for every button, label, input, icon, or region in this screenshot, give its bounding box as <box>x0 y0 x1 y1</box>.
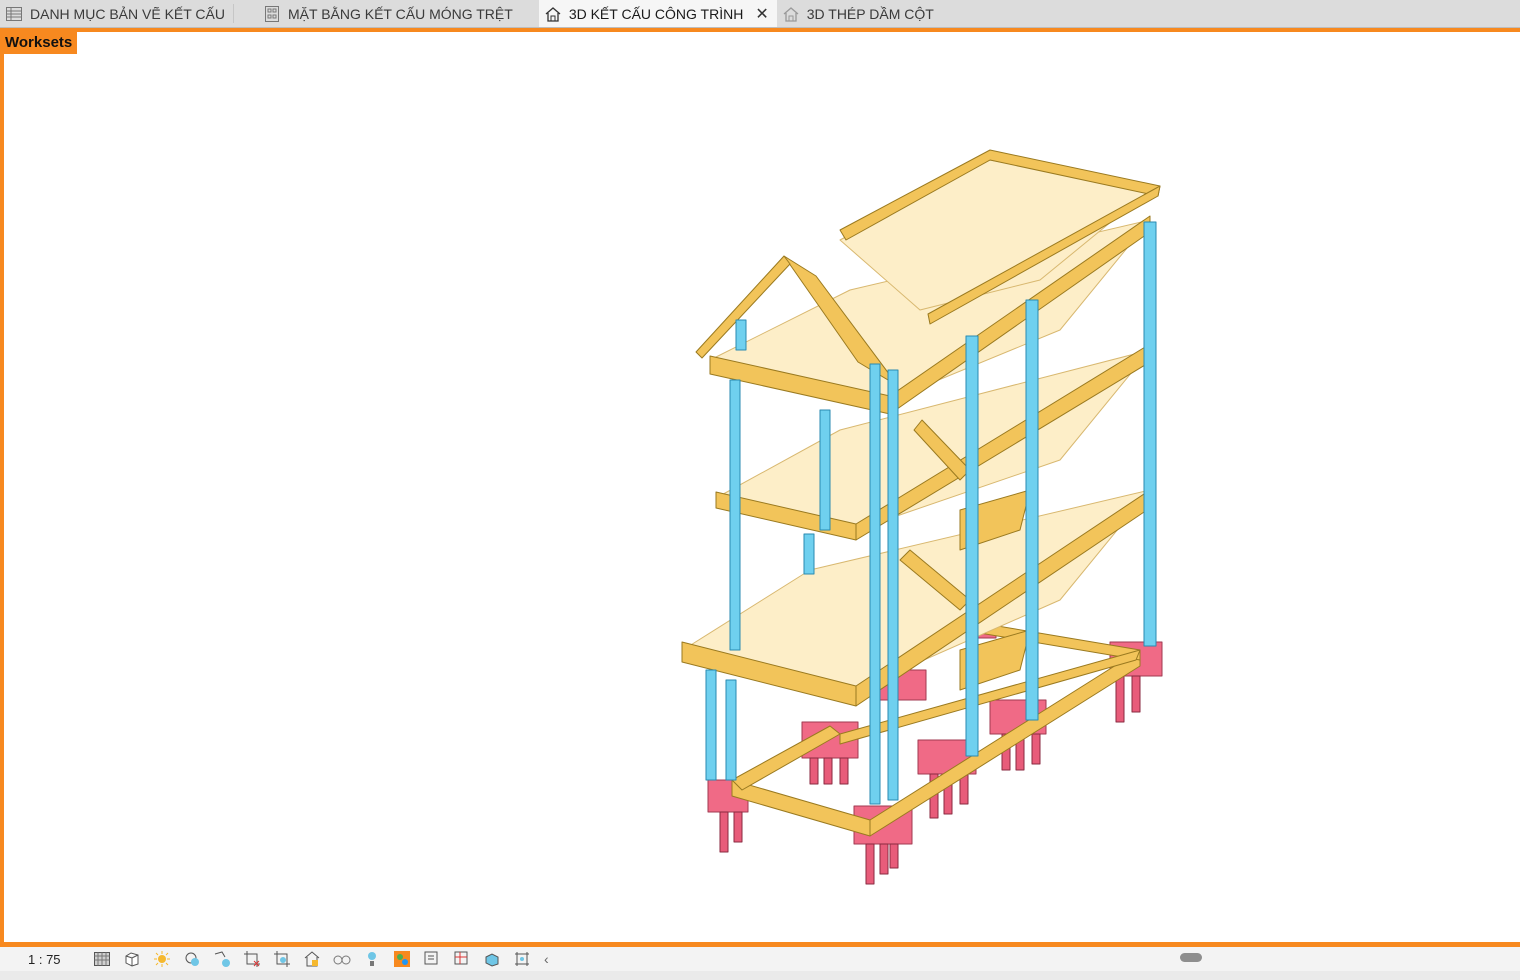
highlight-displacement-icon[interactable] <box>482 949 502 969</box>
tab-mat-bang-mong[interactable]: MẶT BẰNG KẾT CẤU MÓNG TRỆT <box>234 0 521 27</box>
floor-plan-icon <box>262 5 282 23</box>
show-crop-icon[interactable] <box>272 949 292 969</box>
view-controls: ‹ <box>92 949 549 969</box>
reveal-constraints-icon[interactable] <box>512 949 532 969</box>
sun-path-icon[interactable] <box>152 949 172 969</box>
visual-style-icon[interactable] <box>122 949 142 969</box>
view-tab-bar: DANH MỤC BẢN VẼ KẾT CẤU MẶT BẰNG KẾT CẤU… <box>0 0 1520 28</box>
tab-label: DANH MỤC BẢN VẼ KẾT CẤU <box>30 5 225 22</box>
render-icon[interactable] <box>212 949 232 969</box>
structural-3d-model[interactable] <box>660 130 1200 910</box>
temporary-view-properties-icon[interactable] <box>422 949 442 969</box>
3d-view-icon <box>543 5 563 23</box>
viewport-active-border <box>0 28 1520 32</box>
revit-window: DANH MỤC BẢN VẼ KẾT CẤU MẶT BẰNG KẾT CẤU… <box>0 0 1520 980</box>
tab-label: 3D KẾT CẤU CÔNG TRÌNH <box>568 5 744 22</box>
detail-level-icon[interactable] <box>92 949 112 969</box>
status-strip <box>0 971 1520 980</box>
schedule-icon <box>4 5 24 23</box>
view-scale[interactable]: 1 : 75 <box>0 952 90 967</box>
tab-label: 3D THÉP DẦM CỘT <box>806 5 934 22</box>
worksharing-display-icon[interactable] <box>392 949 412 969</box>
close-icon[interactable]: ✕ <box>755 4 768 24</box>
tab-label: MẶT BẰNG KẾT CẤU MÓNG TRỆT <box>288 5 513 22</box>
temporary-hide-icon[interactable] <box>332 949 352 969</box>
chevron-left-icon[interactable]: ‹ <box>544 951 549 967</box>
reveal-hidden-icon[interactable] <box>362 949 382 969</box>
unlock-3d-view-icon[interactable] <box>302 949 322 969</box>
shadows-icon[interactable] <box>182 949 202 969</box>
tab-3d-ket-cau[interactable]: 3D KẾT CẤU CÔNG TRÌNH ✕ <box>538 0 777 27</box>
piles <box>719 675 1141 885</box>
tab-danh-muc-ban-ve[interactable]: DANH MỤC BẢN VẼ KẾT CẤU <box>0 0 233 27</box>
analytical-model-icon[interactable] <box>452 949 472 969</box>
3d-view-icon <box>781 5 801 23</box>
crop-view-icon[interactable] <box>242 949 262 969</box>
tab-3d-thep-dam-cot[interactable]: 3D THÉP DẦM CỘT <box>777 0 942 27</box>
worksets-badge: Worksets <box>0 32 78 54</box>
horizontal-scrollbar-thumb[interactable] <box>1180 953 1202 962</box>
view-control-bar: 1 : 75 ‹ <box>0 947 1520 971</box>
